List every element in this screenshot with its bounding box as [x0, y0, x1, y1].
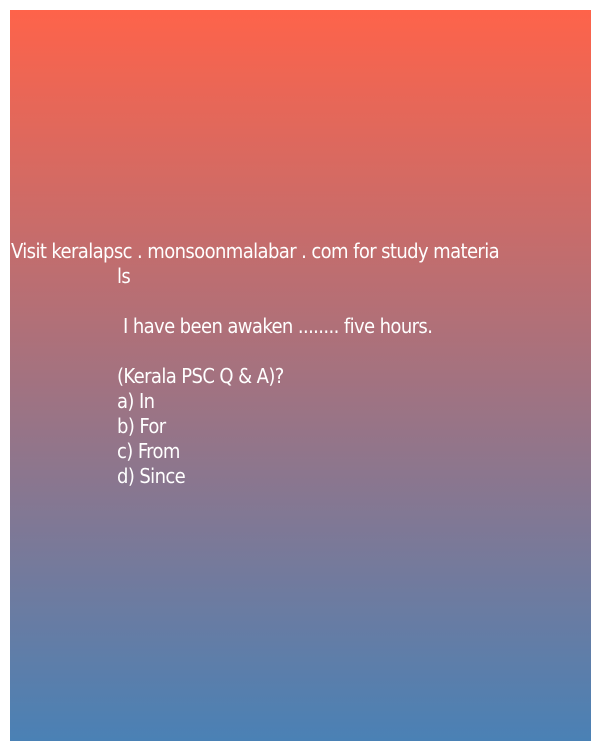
- option-b: b) For: [117, 414, 166, 438]
- question-source: (Kerala PSC Q & A)?: [117, 364, 284, 388]
- question-text: I have been awaken ........ five hours.: [123, 314, 433, 338]
- option-a: a) In: [117, 389, 155, 413]
- question-card: Visit keralapsc . monsoonmalabar . com f…: [10, 10, 591, 741]
- option-d: d) Since: [117, 464, 186, 488]
- promo-line-1: Visit keralapsc . monsoonmalabar . com f…: [11, 239, 500, 263]
- promo-line-2: ls: [117, 264, 131, 288]
- option-c: c) From: [117, 439, 180, 463]
